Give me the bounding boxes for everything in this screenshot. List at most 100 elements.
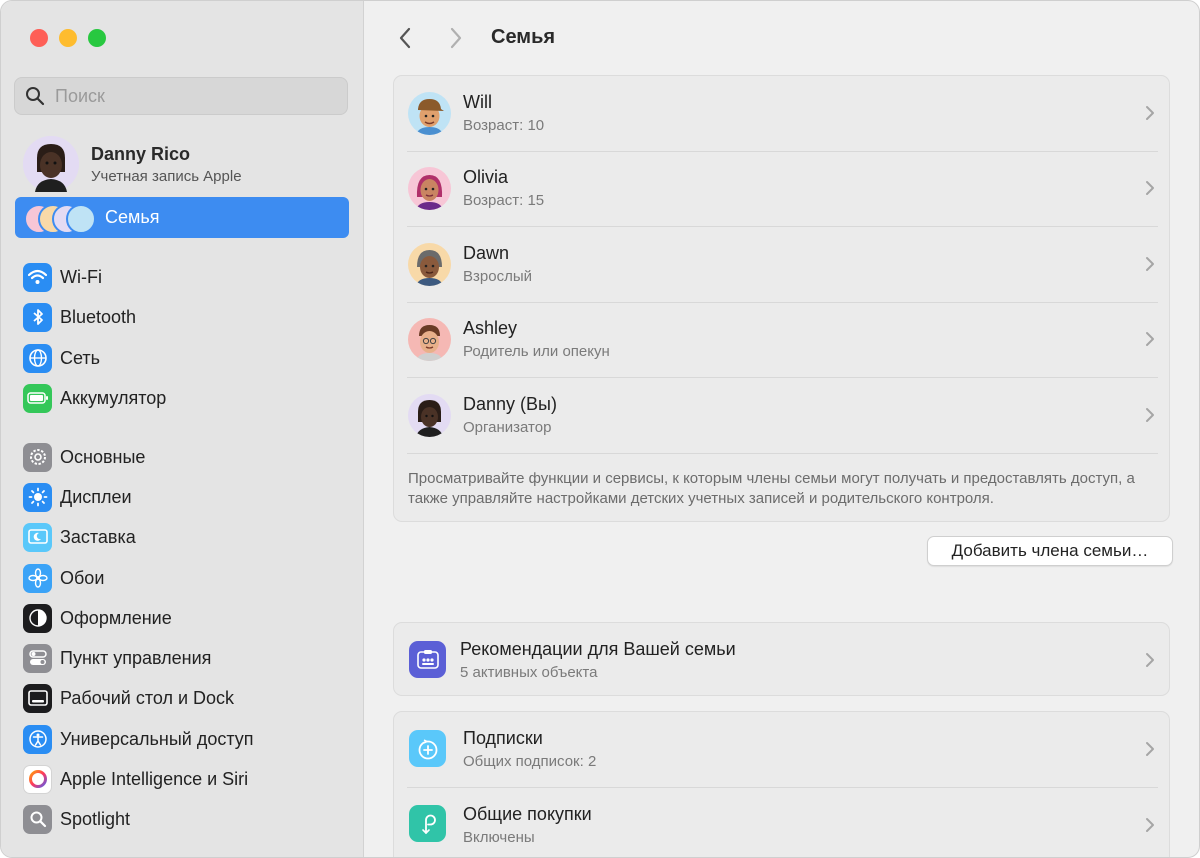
- member-name: Olivia: [463, 167, 509, 187]
- zoom-button[interactable]: [88, 29, 106, 47]
- sidebar-item-wallpaper[interactable]: Обои: [23, 562, 353, 594]
- search-icon: [26, 87, 45, 106]
- magnifier-icon: [23, 804, 52, 834]
- recommendations-row[interactable]: Рекомендации для Вашей семьи 5 активных …: [394, 623, 1169, 695]
- member-row-ashley[interactable]: Ashley Родитель или опекун: [394, 302, 1169, 377]
- sidebar-item-label: Wi-Fi: [60, 266, 102, 287]
- sun-icon: [23, 482, 52, 512]
- member-name: Danny (Вы): [463, 394, 557, 414]
- chevron-right-icon: [1146, 818, 1154, 832]
- window-controls: [30, 29, 106, 47]
- account-name: Danny Rico: [91, 143, 191, 164]
- sidebar-item-wifi[interactable]: Wi-Fi: [23, 261, 353, 293]
- purchases-title: Общие покупки: [463, 804, 592, 824]
- sidebar-item-label: Обои: [60, 567, 105, 588]
- chevron-right-icon: [1146, 408, 1154, 422]
- chevron-right-icon: [1146, 106, 1154, 120]
- sidebar-item-family[interactable]: Семья: [15, 197, 349, 238]
- sidebar-item-accessibility[interactable]: Универсальный доступ: [23, 723, 353, 755]
- sidebar-item-spotlight[interactable]: Spotlight: [23, 803, 353, 835]
- add-family-member-button[interactable]: Добавить члена семьи…: [927, 536, 1173, 566]
- purchases-subtitle: Включены: [463, 829, 535, 846]
- sidebar-item-label: Дисплеи: [60, 486, 132, 507]
- subscriptions-row[interactable]: Подписки Общих подписок: 2: [394, 712, 1169, 787]
- member-name: Dawn: [463, 243, 510, 263]
- subscriptions-title: Подписки: [463, 728, 543, 748]
- sidebar-item-label: Аккумулятор: [60, 387, 167, 408]
- chevron-right-icon: [1146, 332, 1154, 346]
- member-role: Родитель или опекун: [463, 343, 610, 360]
- member-role: Возраст: 10: [463, 117, 545, 134]
- member-row-dawn[interactable]: Dawn Взрослый: [394, 227, 1169, 302]
- accessibility-icon: [23, 724, 52, 754]
- family-description: Просматривайте функции и сервисы, к кото…: [408, 470, 1135, 507]
- sidebar-item-screensaver[interactable]: Заставка: [23, 521, 353, 553]
- sidebar-item-general[interactable]: Основные: [23, 441, 353, 473]
- close-button[interactable]: [30, 29, 48, 47]
- sidebar-item-label: Bluetooth: [60, 306, 137, 327]
- purchase-sharing-icon: [409, 805, 446, 842]
- chevron-left-icon: [399, 27, 411, 49]
- globe-icon: [23, 343, 52, 373]
- minimize-button[interactable]: [59, 29, 77, 47]
- member-name: Ashley: [463, 318, 518, 338]
- chevron-right-icon: [1146, 653, 1154, 667]
- account-subtitle: Учетная запись Apple: [91, 167, 242, 185]
- sidebar-item-bluetooth[interactable]: Bluetooth: [23, 301, 353, 333]
- member-row-will[interactable]: Will Возраст: 10: [394, 76, 1169, 151]
- member-name: Will: [463, 92, 492, 112]
- sidebar-item-network[interactable]: Сеть: [23, 342, 353, 374]
- appearance-icon: [23, 603, 52, 633]
- sidebar-item-appearance[interactable]: Оформление: [23, 602, 353, 634]
- recommendations-subtitle: 5 активных объекта: [460, 664, 598, 681]
- search-field[interactable]: [14, 77, 348, 115]
- sidebar-item-battery[interactable]: Аккумулятор: [23, 382, 353, 414]
- sidebar-item-label: Пункт управления: [60, 647, 212, 668]
- sidebar-item-label: Рабочий стол и Dock: [60, 687, 235, 708]
- avatar: [408, 243, 451, 286]
- content-pane: Семья Will Возраст: 10 Olivia Возраст: 1…: [364, 1, 1199, 857]
- family-checklist-icon: [409, 641, 446, 678]
- avatar: [408, 92, 451, 135]
- sharing-card: Подписки Общих подписок: 2 Общие покупки…: [393, 711, 1170, 857]
- dock-icon: [23, 683, 52, 713]
- wifi-icon: [23, 262, 52, 292]
- avatar: [408, 167, 451, 210]
- sidebar-item-label: Семья: [105, 207, 160, 227]
- chevron-right-icon: [450, 27, 462, 49]
- member-role: Взрослый: [463, 268, 532, 285]
- search-input[interactable]: [53, 84, 317, 108]
- sidebar-item-label: Apple Intelligence и Siri: [60, 768, 249, 789]
- sidebar: Danny Rico Учетная запись Apple Семья Wi…: [1, 1, 364, 857]
- sidebar-item-label: Заставка: [60, 526, 136, 547]
- apple-account[interactable]: Danny Rico Учетная запись Apple: [23, 136, 353, 192]
- back-button[interactable]: [390, 23, 420, 53]
- forward-button[interactable]: [441, 23, 471, 53]
- settings-window: Danny Rico Учетная запись Apple Семья Wi…: [0, 0, 1200, 858]
- purchases-row[interactable]: Общие покупки Включены: [394, 788, 1169, 857]
- avatar: [408, 394, 451, 437]
- sidebar-item-label: Основные: [60, 446, 146, 467]
- sidebar-item-control-center[interactable]: Пункт управления: [23, 642, 353, 674]
- flower-icon: [23, 563, 52, 593]
- member-row-olivia[interactable]: Olivia Возраст: 15: [394, 151, 1169, 226]
- avatar: [23, 136, 79, 192]
- gear-icon: [23, 442, 52, 472]
- member-role: Возраст: 15: [463, 192, 545, 209]
- family-members-card: Will Возраст: 10 Olivia Возраст: 15 Dawn: [393, 75, 1170, 522]
- family-avatars-icon: [24, 203, 104, 234]
- avatar: [408, 318, 451, 361]
- sidebar-item-displays[interactable]: Дисплеи: [23, 481, 353, 513]
- divider: [407, 453, 1158, 454]
- chevron-right-icon: [1146, 181, 1154, 195]
- screensaver-icon: [23, 522, 52, 552]
- sidebar-item-siri[interactable]: Apple Intelligence и Siri: [23, 763, 353, 795]
- subscriptions-subtitle: Общих подписок: 2: [463, 753, 597, 770]
- bluetooth-icon: [23, 302, 52, 332]
- sidebar-item-label: Spotlight: [60, 808, 131, 829]
- member-role: Организатор: [463, 419, 552, 436]
- sidebar-item-label: Оформление: [60, 607, 172, 628]
- member-row-danny[interactable]: Danny (Вы) Организатор: [394, 378, 1169, 453]
- subscriptions-icon: [409, 730, 446, 767]
- sidebar-item-desktop-dock[interactable]: Рабочий стол и Dock: [23, 682, 353, 714]
